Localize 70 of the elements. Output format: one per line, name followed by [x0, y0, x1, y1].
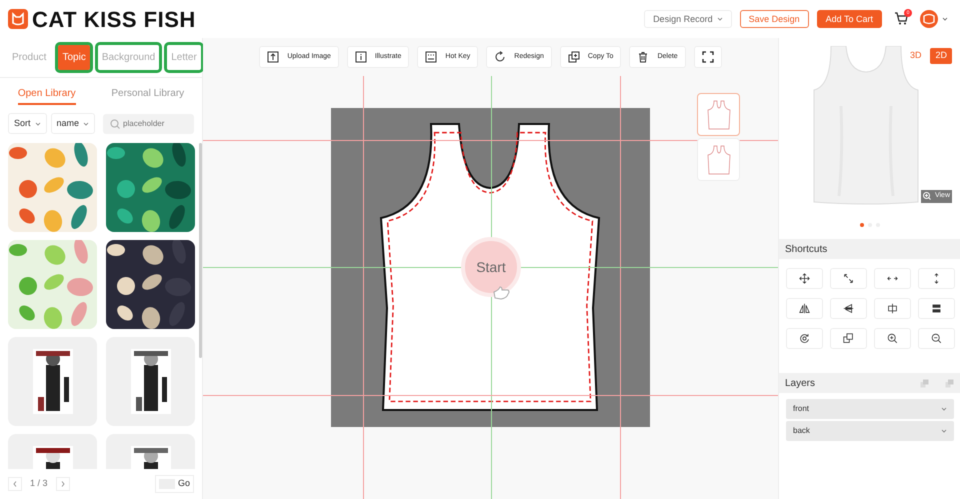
caret-icon: [941, 429, 947, 433]
redo-icon: [494, 51, 506, 63]
zoom-in-icon: [887, 333, 898, 344]
hand-pointer-icon: [491, 286, 511, 300]
flip-h-button[interactable]: [786, 298, 823, 319]
flip-v-button[interactable]: [830, 298, 867, 319]
caret-icon: [83, 122, 90, 126]
carousel-dot[interactable]: [860, 223, 864, 227]
category-tab[interactable]: Background: [98, 44, 160, 70]
add-to-cart-button[interactable]: Add To Cart: [816, 10, 882, 28]
move-icon: [799, 273, 810, 284]
view-mode-toggle[interactable]: 3D: [904, 48, 926, 64]
diagonal-icon: [843, 273, 854, 284]
zoom-out-icon: [931, 333, 942, 344]
category-tab[interactable]: Topic: [58, 44, 90, 70]
design-record-dropdown[interactable]: Design Record: [644, 10, 732, 28]
caret-icon: [716, 16, 723, 21]
logo-icon: [8, 9, 28, 29]
center-v-icon: [931, 303, 942, 314]
zoom-out-button[interactable]: [918, 328, 955, 349]
tank-top-icon: [706, 100, 730, 130]
go-button[interactable]: Go: [154, 475, 194, 493]
zoom-in-button[interactable]: [874, 328, 911, 349]
info-icon: [354, 51, 367, 63]
chevron-left-icon: [13, 481, 17, 488]
save-design-button[interactable]: Save Design: [740, 10, 809, 28]
view-thumbnail[interactable]: [697, 93, 740, 136]
caret-icon: [34, 122, 41, 126]
order-dropdown[interactable]: name: [50, 112, 96, 134]
tank-top-icon: [706, 144, 730, 174]
flip-h-icon: [799, 303, 810, 314]
section-header: Layers: [785, 376, 816, 390]
scrollbar[interactable]: [199, 143, 202, 358]
library-tab[interactable]: Open Library: [18, 84, 76, 105]
library-tab[interactable]: Personal Library: [111, 84, 184, 105]
section-header: Shortcuts: [779, 239, 960, 259]
library-item[interactable]: [8, 337, 97, 426]
diagonal-button[interactable]: [830, 268, 867, 289]
fullscreen-button[interactable]: [694, 46, 722, 68]
keyboard-icon: [425, 51, 438, 63]
trash-icon: [637, 51, 650, 63]
page-indicator: 1 / 3: [30, 477, 48, 490]
center-h-button[interactable]: [874, 298, 911, 319]
caret-icon: [942, 16, 948, 21]
fullscreen-icon: [702, 51, 714, 63]
rotate-button[interactable]: [786, 328, 823, 349]
layer-item[interactable]: back: [786, 421, 954, 441]
brand-name: CAT KISS FISH: [32, 6, 196, 34]
center-h-icon: [887, 303, 898, 314]
zoom-icon: [922, 192, 931, 200]
center-v-button[interactable]: [918, 298, 955, 319]
view-mode-toggle[interactable]: 2D: [930, 48, 952, 64]
library-item[interactable]: [106, 337, 195, 426]
layer-button[interactable]: [830, 328, 867, 349]
search-field[interactable]: placeholder: [103, 114, 194, 134]
layer-item[interactable]: front: [786, 399, 954, 419]
cart-icon[interactable]: [894, 12, 908, 26]
layer-icon: [843, 333, 854, 344]
design-canvas[interactable]: Start: [331, 108, 650, 427]
flip-v-icon: [843, 303, 854, 314]
chevron-right-icon: [60, 481, 65, 488]
search-icon: [110, 118, 120, 128]
caret-icon: [941, 407, 947, 411]
sort-dropdown[interactable]: Sort: [8, 112, 47, 134]
avatar-icon[interactable]: [920, 10, 938, 28]
rotate-icon: [799, 333, 810, 344]
upload-icon: [267, 51, 280, 63]
move-button[interactable]: [786, 268, 823, 289]
category-tab[interactable]: Letter: [167, 44, 201, 70]
copy-icon: [568, 51, 580, 63]
